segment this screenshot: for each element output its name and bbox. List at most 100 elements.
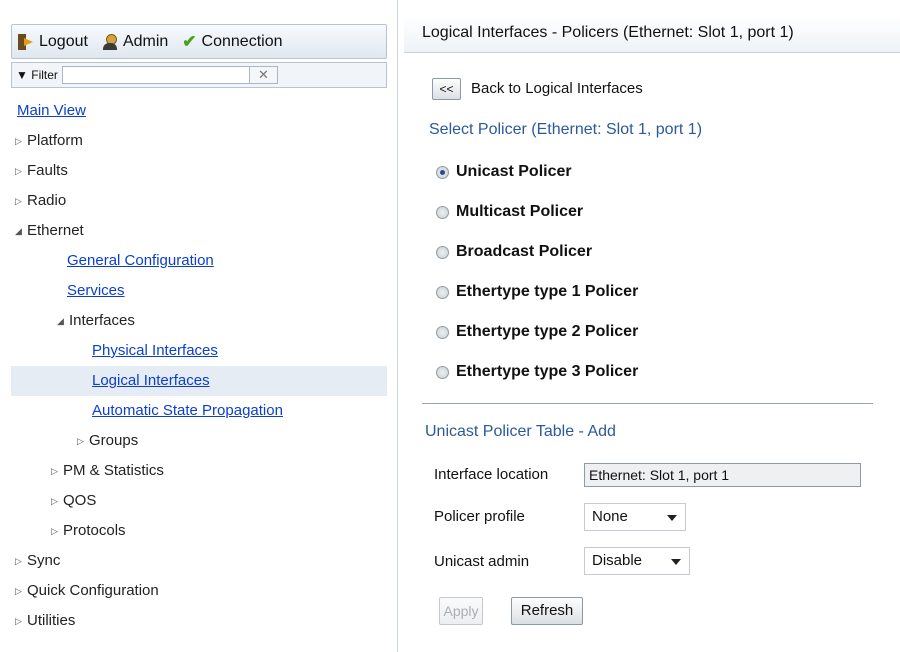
unicast-admin-select[interactable]: Disable (584, 547, 690, 575)
expand-triangle-icon[interactable]: ▷ (15, 156, 27, 186)
filter-toggle[interactable]: ▼ Filter (16, 68, 58, 82)
general-configuration-link[interactable]: General Configuration (67, 252, 214, 269)
tree-item-qos[interactable]: ▷ QOS (11, 486, 387, 516)
radio-icon[interactable] (436, 245, 449, 259)
close-icon: ✕ (257, 67, 269, 82)
tree-label: Radio (27, 192, 67, 209)
tree-label: Interfaces (69, 312, 135, 329)
radio-icon[interactable] (436, 365, 449, 379)
chevron-down-icon (671, 559, 681, 565)
unicast-admin-label: Unicast admin (434, 553, 530, 570)
tree-item-quick-configuration[interactable]: ▷ Quick Configuration (11, 576, 387, 606)
radio-unicast-policer[interactable]: Unicast Policer (436, 161, 572, 183)
connection-button[interactable]: ✔ Connection (182, 33, 282, 51)
back-button[interactable]: << (432, 78, 461, 100)
tree-label: Utilities (27, 612, 76, 629)
filter-label: Filter (31, 68, 58, 82)
physical-interfaces-link[interactable]: Physical Interfaces (92, 342, 218, 359)
logout-label: Logout (39, 32, 88, 50)
services-link[interactable]: Services (67, 282, 125, 299)
filter-input[interactable] (61, 66, 250, 84)
logical-interfaces-link[interactable]: Logical Interfaces (92, 372, 210, 389)
expand-triangle-icon[interactable]: ▷ (15, 186, 27, 216)
logout-icon (18, 33, 34, 50)
collapse-triangle-icon[interactable]: ◢ (57, 306, 69, 336)
radio-label: Ethertype type 1 Policer (456, 283, 639, 300)
radio-label: Multicast Policer (456, 203, 584, 220)
tree-item-radio[interactable]: ▷ Radio (11, 186, 387, 216)
expand-triangle-icon[interactable]: ▷ (15, 576, 27, 606)
interface-location-field: Ethernet: Slot 1, port 1 (584, 463, 861, 487)
select-policer-title: Select Policer (Ethernet: Slot 1, port 1… (429, 121, 703, 138)
tree-label: PM & Statistics (63, 462, 164, 479)
collapse-triangle-icon[interactable]: ◢ (15, 216, 27, 246)
connection-label: Connection (201, 32, 283, 50)
tree-item-physical-interfaces[interactable]: Physical Interfaces (11, 336, 387, 366)
tree-item-ethernet[interactable]: ◢ Ethernet (11, 216, 387, 246)
automatic-state-propagation-link[interactable]: Automatic State Propagation (92, 402, 283, 419)
policer-profile-label: Policer profile (434, 508, 525, 525)
expand-triangle-icon[interactable]: ▷ (51, 516, 63, 546)
expand-triangle-icon[interactable]: ▷ (77, 426, 89, 456)
tree-item-faults[interactable]: ▷ Faults (11, 156, 387, 186)
tree-label: QOS (63, 492, 97, 509)
tree-item-pm-statistics[interactable]: ▷ PM & Statistics (11, 456, 387, 486)
tree-item-groups[interactable]: ▷ Groups (11, 426, 387, 456)
radio-label: Ethertype type 3 Policer (456, 363, 639, 380)
tree-item-services[interactable]: Services (11, 276, 387, 306)
tree-item-general-configuration[interactable]: General Configuration (11, 246, 387, 276)
apply-button[interactable]: Apply (439, 597, 483, 625)
table-title: Unicast Policer Table - Add (425, 423, 616, 440)
radio-icon[interactable] (436, 325, 449, 339)
expand-triangle-icon[interactable]: ▷ (15, 126, 27, 156)
main-view-link[interactable]: Main View (17, 102, 86, 119)
radio-broadcast-policer[interactable]: Broadcast Policer (436, 241, 592, 263)
tree-label: Sync (27, 552, 61, 569)
chevron-down-icon (667, 515, 677, 521)
checkmark-icon: ✔ (182, 32, 197, 51)
expand-triangle-icon[interactable]: ▷ (15, 606, 27, 636)
triangle-down-icon: ▼ (16, 68, 28, 82)
tree-label: Protocols (63, 522, 126, 539)
back-label: Back to Logical Interfaces (471, 80, 643, 97)
tree-item-interfaces[interactable]: ◢ Interfaces (11, 306, 387, 336)
unicast-admin-value: Disable (592, 552, 643, 569)
radio-label: Broadcast Policer (456, 243, 593, 260)
interface-location-label: Interface location (434, 466, 549, 483)
radio-ethertype-2-policer[interactable]: Ethertype type 2 Policer (436, 321, 638, 343)
section-divider (422, 403, 873, 404)
content-panel: Logical Interfaces - Policers (Ethernet:… (398, 0, 900, 652)
tree-item-sync[interactable]: ▷ Sync (11, 546, 387, 576)
navigation-tree: Main View ▷ Platform ▷ Faults ▷ Radio ◢ Ethe… (11, 96, 387, 636)
tree-label: Faults (27, 162, 68, 179)
refresh-button[interactable]: Refresh (511, 597, 583, 625)
logout-button[interactable]: Logout (18, 33, 88, 51)
clear-filter-button[interactable]: ✕ (249, 66, 278, 84)
tree-item-platform[interactable]: ▷ Platform (11, 126, 387, 156)
radio-multicast-policer[interactable]: Multicast Policer (436, 201, 583, 223)
admin-button[interactable]: Admin (102, 33, 168, 51)
tree-label: Platform (27, 132, 83, 149)
tree-item-utilities[interactable]: ▷ Utilities (11, 606, 387, 636)
tree-item-main-view[interactable]: Main View (11, 96, 387, 126)
radio-icon[interactable] (436, 285, 449, 299)
filter-bar: ▼ Filter ✕ (11, 62, 387, 88)
radio-ethertype-3-policer[interactable]: Ethertype type 3 Policer (436, 361, 638, 383)
tree-label: Quick Configuration (27, 582, 159, 599)
user-icon (102, 33, 118, 50)
tree-item-protocols[interactable]: ▷ Protocols (11, 516, 387, 546)
expand-triangle-icon[interactable]: ▷ (51, 456, 63, 486)
radio-label: Ethertype type 2 Policer (456, 323, 639, 340)
page-title: Logical Interfaces - Policers (Ethernet:… (404, 16, 900, 53)
policer-profile-value: None (592, 508, 628, 525)
expand-triangle-icon[interactable]: ▷ (51, 486, 63, 516)
radio-selected-icon[interactable] (436, 165, 449, 179)
tree-item-logical-interfaces[interactable]: Logical Interfaces (11, 366, 387, 396)
expand-triangle-icon[interactable]: ▷ (15, 546, 27, 576)
tree-item-automatic-state-propagation[interactable]: Automatic State Propagation (11, 396, 387, 426)
top-toolbar: Logout Admin ✔ Connection (11, 24, 387, 59)
radio-icon[interactable] (436, 205, 449, 219)
radio-label: Unicast Policer (456, 163, 572, 180)
radio-ethertype-1-policer[interactable]: Ethertype type 1 Policer (436, 281, 638, 303)
policer-profile-select[interactable]: None (584, 503, 686, 531)
